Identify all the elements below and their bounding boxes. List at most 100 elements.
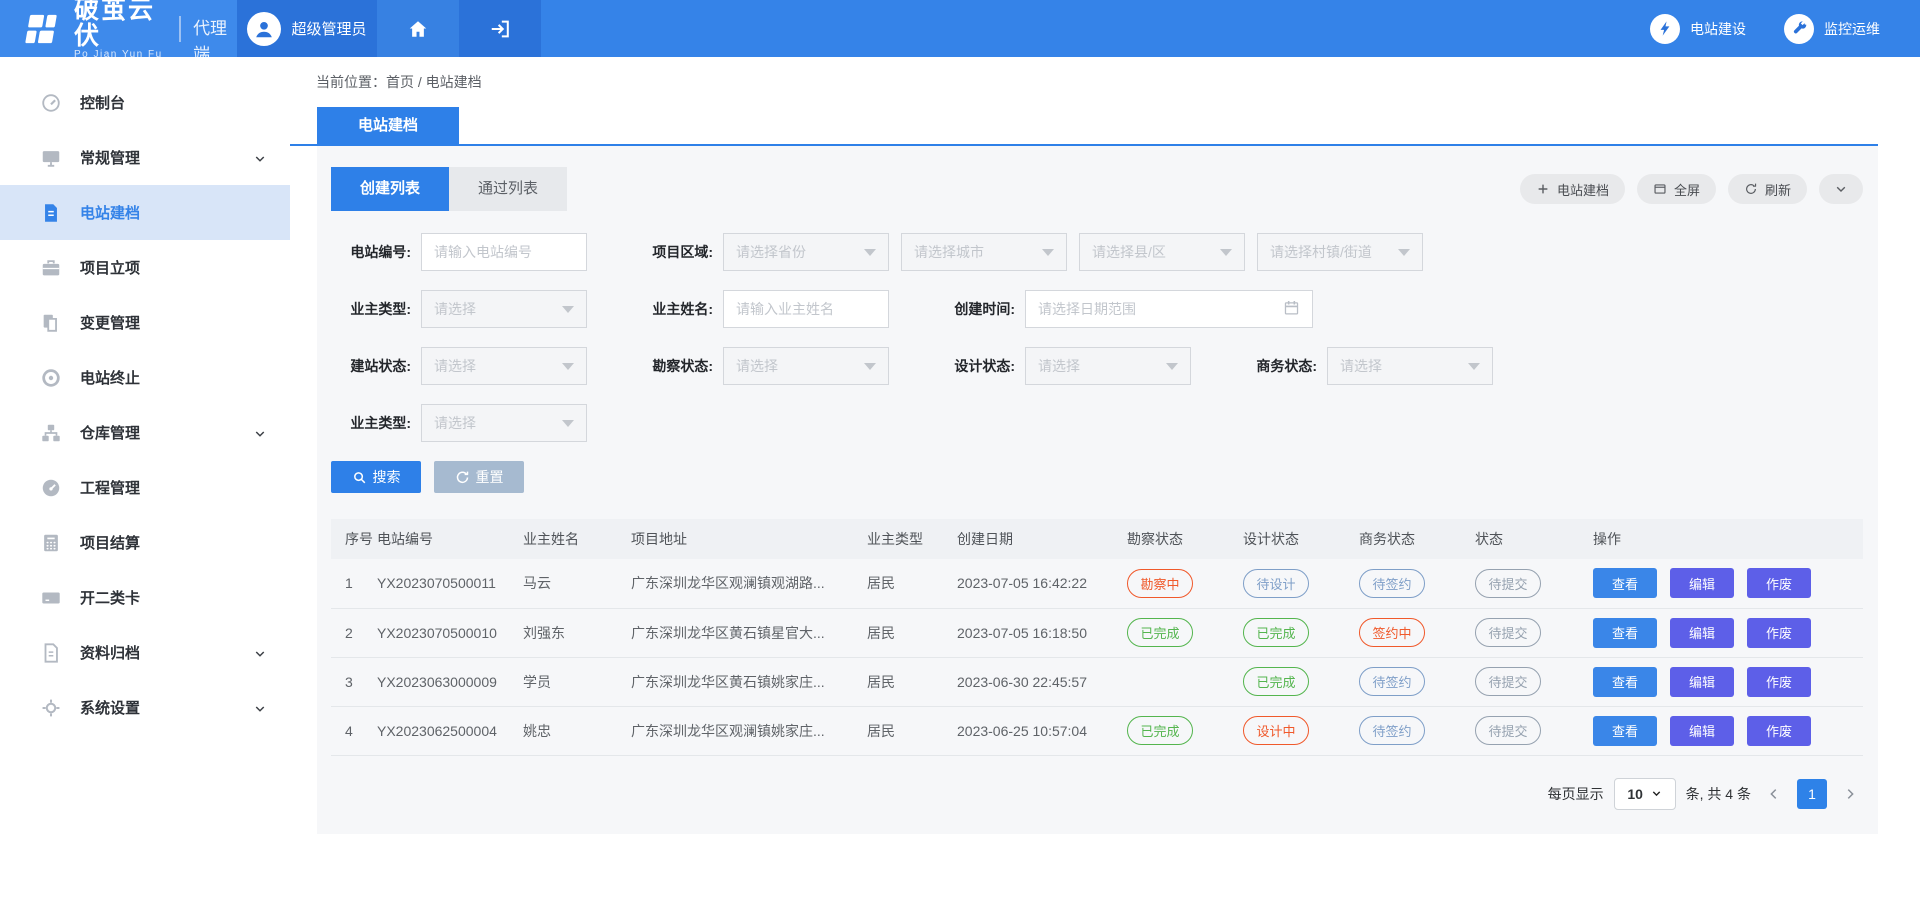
filter-owner-type[interactable]: 请选择 (421, 290, 587, 328)
business-status-badge: 待签约 (1359, 667, 1425, 696)
app-root: 破茧云伏 Po Jian Yun Fu 代理端 超级管理员 电站建设 (0, 0, 1920, 919)
row-index: 4 (331, 706, 373, 755)
void-button[interactable]: 作废 (1747, 568, 1811, 598)
reset-button[interactable]: 重置 (434, 461, 524, 493)
sidebar-item-second-card[interactable]: 开二类卡 (0, 570, 290, 625)
page-tab-station-archive[interactable]: 电站建档 (317, 107, 459, 144)
design-status-badge: 设计中 (1243, 716, 1309, 745)
calculator-icon (40, 532, 62, 554)
filter-owner-name[interactable]: 请输入业主姓名 (723, 290, 889, 328)
sidebar-item-console[interactable]: 控制台 (0, 75, 290, 130)
station-code-cell: YX2023070500010 (373, 608, 519, 657)
station-code-cell: YX2023070500011 (373, 559, 519, 608)
caret-down-icon (864, 249, 876, 256)
owner-type-cell: 居民 (863, 657, 953, 706)
design-status-badge-cell: 已完成 (1239, 657, 1355, 706)
sidebar-item-data-archive[interactable]: 资料归档 (0, 625, 290, 680)
filter-region-village[interactable]: 请选择村镇/街道 (1257, 233, 1423, 271)
filter-row: 电站编号:请输入电站编号项目区域:请选择省份请选择城市请选择县/区请选择村镇/街… (331, 233, 1863, 271)
brand-logo-icon (20, 9, 64, 49)
sidebar-item-project-settlement[interactable]: 项目结算 (0, 515, 290, 570)
filter-region-city[interactable]: 请选择城市 (901, 233, 1067, 271)
void-button[interactable]: 作废 (1747, 667, 1811, 697)
tab-create-list[interactable]: 创建列表 (331, 167, 449, 211)
view-button[interactable]: 查看 (1593, 618, 1657, 648)
sidebar-item-warehouse-mgmt[interactable]: 仓库管理 (0, 405, 290, 460)
copy-icon (40, 312, 62, 334)
filter-survey-status[interactable]: 请选择 (723, 347, 889, 385)
sidebar-item-engineering-mgmt[interactable]: 工程管理 (0, 460, 290, 515)
filter-group: 建站状态:请选择 (331, 347, 587, 385)
current-user-button[interactable]: 超级管理员 (237, 0, 377, 57)
reset-icon (455, 470, 470, 485)
void-button[interactable]: 作废 (1747, 716, 1811, 746)
chevron-down-icon (254, 702, 266, 714)
caret-down-icon (1220, 249, 1232, 256)
filter-region-county[interactable]: 请选择县/区 (1079, 233, 1245, 271)
next-page-button[interactable] (1837, 779, 1863, 809)
created-date-cell: 2023-06-30 22:45:57 (953, 657, 1123, 706)
wrench-icon (1784, 14, 1814, 44)
station-code-cell: YX2023062500004 (373, 706, 519, 755)
placeholder-text: 请选择村镇/街道 (1270, 242, 1392, 262)
fullscreen-button[interactable]: 全屏 (1637, 174, 1716, 204)
edit-button[interactable]: 编辑 (1670, 618, 1734, 648)
placeholder-text: 请选择县/区 (1092, 242, 1214, 262)
filter-station-code[interactable]: 请输入电站编号 (421, 233, 587, 271)
person-icon (253, 18, 275, 40)
sidebar-item-label: 电站建档 (80, 202, 140, 223)
owner-name-cell: 马云 (519, 559, 627, 608)
view-button[interactable]: 查看 (1593, 716, 1657, 746)
filter-design-status[interactable]: 请选择 (1025, 347, 1191, 385)
placeholder-text: 请选择日期范围 (1038, 299, 1277, 319)
edit-button[interactable]: 编辑 (1670, 716, 1734, 746)
table-row: 2YX2023070500010刘强东广东深圳龙华区黄石镇星官大...居民202… (331, 608, 1863, 657)
actions-cell: 查看编辑作废 (1589, 608, 1863, 657)
sidebar-item-project-initiation[interactable]: 项目立项 (0, 240, 290, 295)
row-index: 1 (331, 559, 373, 608)
sitemap-icon (40, 422, 62, 444)
per-page-label: 每页显示 (1548, 784, 1604, 804)
refresh-button[interactable]: 刷新 (1728, 174, 1807, 204)
collapse-toolbar-button[interactable] (1819, 174, 1863, 204)
sidebar-item-station-archive[interactable]: 电站建档 (0, 185, 290, 240)
caret-down-icon (864, 363, 876, 370)
nav-monitoring-ops[interactable]: 监控运维 (1784, 14, 1880, 44)
filter-create-time[interactable]: 请选择日期范围 (1025, 290, 1313, 328)
actions-cell: 查看编辑作废 (1589, 559, 1863, 608)
view-button[interactable]: 查看 (1593, 568, 1657, 598)
sidebar-item-general-mgmt[interactable]: 常规管理 (0, 130, 290, 185)
home-button[interactable] (377, 0, 459, 57)
sidebar-item-label: 仓库管理 (80, 422, 140, 443)
survey-status-badge: 已完成 (1127, 618, 1193, 647)
tab-passed-list[interactable]: 通过列表 (449, 167, 567, 211)
owner-name-cell: 姚忠 (519, 706, 627, 755)
create-station-button[interactable]: 电站建档 (1520, 174, 1625, 204)
row-index: 3 (331, 657, 373, 706)
logout-button[interactable] (459, 0, 541, 57)
prev-page-button[interactable] (1761, 779, 1787, 809)
toolbar-buttons: 电站建档 全屏 刷新 (1520, 167, 1863, 204)
view-button[interactable]: 查看 (1593, 667, 1657, 697)
filter-owner-type-2[interactable]: 请选择 (421, 404, 587, 442)
search-button[interactable]: 搜索 (331, 461, 421, 493)
per-page-select[interactable]: 10 (1614, 778, 1676, 810)
edit-button[interactable]: 编辑 (1670, 568, 1734, 598)
survey-status-badge-cell (1123, 657, 1239, 706)
filter-build-status[interactable]: 请选择 (421, 347, 587, 385)
filter-row: 建站状态:请选择勘察状态:请选择设计状态:请选择商务状态:请选择 (331, 347, 1863, 385)
sidebar-item-station-termination[interactable]: 电站终止 (0, 350, 290, 405)
void-button[interactable]: 作废 (1747, 618, 1811, 648)
sidebar-item-system-settings[interactable]: 系统设置 (0, 680, 290, 735)
filter-row: 业主类型:请选择 (331, 404, 1863, 442)
page-number-button[interactable]: 1 (1797, 779, 1827, 809)
search-label: 搜索 (373, 467, 401, 487)
filter-region-province[interactable]: 请选择省份 (723, 233, 889, 271)
nav-station-construction[interactable]: 电站建设 (1650, 14, 1746, 44)
edit-button[interactable]: 编辑 (1670, 667, 1734, 697)
table-column-header: 业主姓名 (519, 519, 627, 559)
sidebar-item-change-mgmt[interactable]: 变更管理 (0, 295, 290, 350)
logo-area: 破茧云伏 Po Jian Yun Fu 代理端 (0, 0, 237, 57)
sidebar-item-label: 开二类卡 (80, 587, 140, 608)
filter-business-status[interactable]: 请选择 (1327, 347, 1493, 385)
